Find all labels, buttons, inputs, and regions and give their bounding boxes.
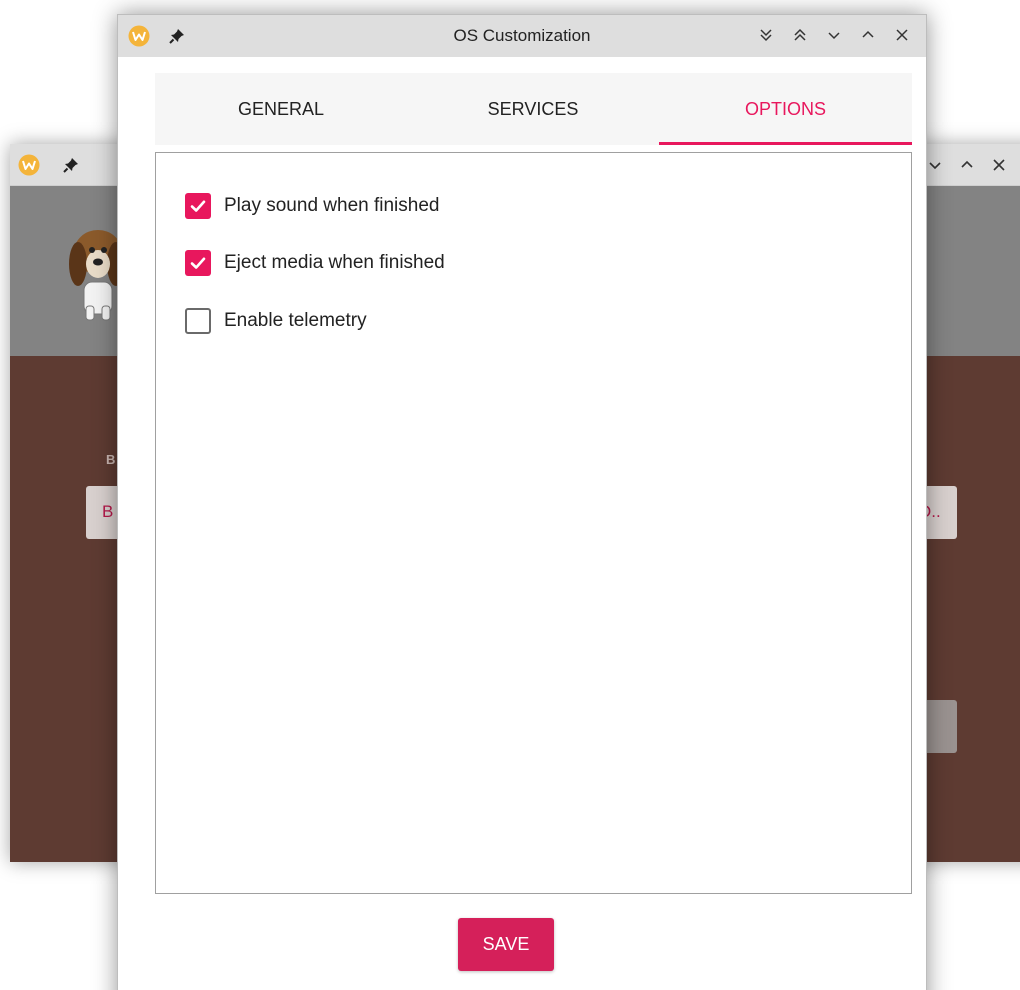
keep-above-icon [794, 28, 806, 41]
pin-icon[interactable] [62, 156, 80, 174]
wayfire-app-icon [18, 154, 40, 176]
options-panel: Play sound when finished Eject media whe… [155, 152, 912, 894]
background-window-controls [926, 156, 1008, 174]
tab-options[interactable]: OPTIONS [659, 73, 912, 145]
eject-media-checkbox[interactable] [185, 250, 211, 276]
eject-media-label: Eject media when finished [224, 252, 445, 273]
keep-above-button[interactable] [790, 25, 810, 45]
enable-telemetry-option[interactable]: Enable telemetry [185, 308, 367, 334]
play-sound-checkbox[interactable] [185, 193, 211, 219]
enable-telemetry-checkbox[interactable] [185, 308, 211, 334]
keep-below-button[interactable] [756, 25, 776, 45]
dialog-window-controls [756, 25, 912, 45]
save-button[interactable]: SAVE [458, 918, 554, 971]
close-icon[interactable] [990, 156, 1008, 174]
close-button[interactable] [892, 25, 912, 45]
minimize-icon [828, 32, 840, 40]
background-section-label: B [106, 452, 116, 467]
tab-bar: GENERAL SERVICES OPTIONS [155, 73, 912, 145]
check-icon [190, 200, 206, 212]
enable-telemetry-label: Enable telemetry [224, 310, 367, 331]
maximize-icon [862, 30, 874, 38]
minimize-button[interactable] [824, 25, 844, 45]
maximize-icon[interactable] [958, 156, 976, 174]
keep-below-icon [760, 29, 772, 42]
tab-general[interactable]: GENERAL [155, 73, 407, 145]
dialog-titlebar: OS Customization [118, 15, 926, 57]
eject-media-option[interactable]: Eject media when finished [185, 250, 445, 276]
play-sound-label: Play sound when finished [224, 195, 440, 216]
os-customization-dialog: OS Customization GENERAL SERVICES OPTION… [117, 14, 927, 990]
close-icon [896, 29, 908, 41]
maximize-button[interactable] [858, 25, 878, 45]
minimize-icon[interactable] [926, 156, 944, 174]
check-icon [190, 257, 206, 269]
background-device-button-label: B [102, 502, 114, 521]
play-sound-option[interactable]: Play sound when finished [185, 193, 439, 219]
tab-services[interactable]: SERVICES [407, 73, 659, 145]
